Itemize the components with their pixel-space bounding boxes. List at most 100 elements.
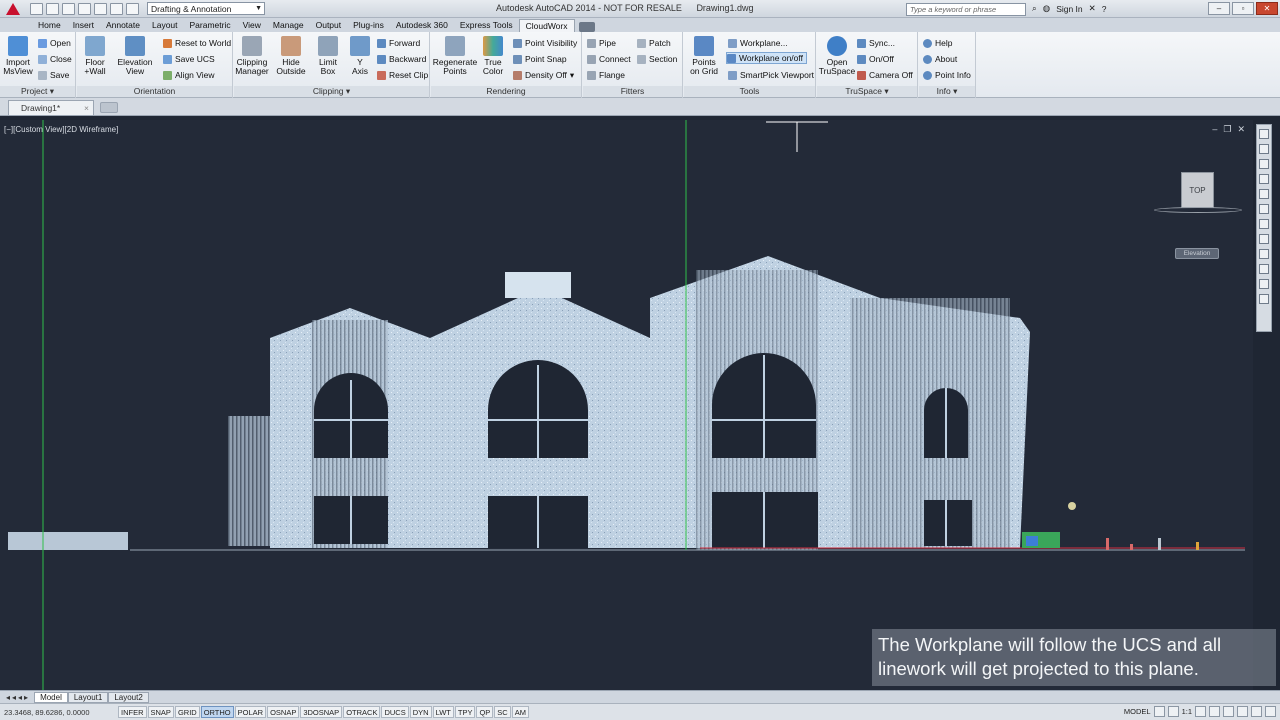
tab-model[interactable]: Model <box>34 691 68 703</box>
elevation-chip[interactable]: Elevation <box>1175 248 1219 259</box>
zoom-previous-icon[interactable] <box>1259 219 1269 229</box>
tab-output[interactable]: Output <box>310 19 348 32</box>
connect-button[interactable]: Connect <box>587 53 631 65</box>
qp-toggle[interactable]: QP <box>476 706 494 718</box>
sync-button[interactable]: Sync... <box>857 37 895 49</box>
model-space-button[interactable]: MODEL <box>1124 707 1151 716</box>
backward-button[interactable]: Backward <box>377 53 426 65</box>
layout-nav-arrows-icon[interactable]: ◂◂◂▸ <box>6 693 30 702</box>
point-visibility-button[interactable]: Point Visibility <box>513 37 577 49</box>
restore-icon[interactable]: ❐ <box>1223 124 1231 135</box>
walk-icon[interactable] <box>1259 249 1269 259</box>
panel-title-project[interactable]: Project ▾ <box>0 86 75 97</box>
y-axis-button[interactable]: Y Axis <box>342 36 378 76</box>
zoom-realtime-icon[interactable] <box>1259 234 1269 244</box>
patch-button[interactable]: Patch <box>637 37 671 49</box>
new-tab-button[interactable] <box>100 102 118 113</box>
workplane-button[interactable]: Workplane... <box>728 37 788 49</box>
zoom-extents-icon[interactable] <box>1259 159 1269 169</box>
align-view-button[interactable]: Align View <box>163 69 215 81</box>
isolate-objects-icon[interactable] <box>1251 706 1262 717</box>
smartpick-viewport-button[interactable]: SmartPick Viewport <box>728 69 814 81</box>
steering-wheel-icon[interactable] <box>1259 129 1269 139</box>
tab-insert[interactable]: Insert <box>67 19 100 32</box>
forward-button[interactable]: Forward <box>377 37 420 49</box>
flange-button[interactable]: Flange <box>587 69 625 81</box>
close-project-button[interactable]: Close <box>38 53 72 65</box>
reset-to-world-button[interactable]: Reset to World <box>163 37 231 49</box>
annotation-scale-dropdown[interactable]: 1:1 <box>1182 707 1192 716</box>
sc-toggle[interactable]: SC <box>494 706 511 718</box>
quick-view-layouts-icon[interactable] <box>1153 706 1165 717</box>
tab-parametric[interactable]: Parametric <box>184 19 237 32</box>
save-ucs-button[interactable]: Save UCS <box>163 53 215 65</box>
elevation-view-button[interactable]: Elevation View <box>117 36 153 76</box>
on-off-button[interactable]: On/Off <box>857 53 894 65</box>
tab-layout[interactable]: Layout <box>146 19 184 32</box>
section-button[interactable]: Section <box>637 53 677 65</box>
close-tab-icon[interactable]: × <box>84 101 89 115</box>
am-toggle[interactable]: AM <box>511 706 529 718</box>
maximize-button[interactable]: ▫ <box>1232 2 1254 15</box>
open-file-icon[interactable] <box>46 2 59 15</box>
search-icon[interactable]: ⌕ <box>1032 3 1037 14</box>
tab-view[interactable]: View <box>237 19 267 32</box>
quick-view-drawings-icon[interactable] <box>1167 706 1179 717</box>
tab-express-tools[interactable]: Express Tools <box>454 19 519 32</box>
sign-in-button[interactable]: Sign In <box>1056 4 1082 14</box>
dyn-toggle[interactable]: DYN <box>409 706 432 718</box>
snap-toggle[interactable]: SNAP <box>147 706 174 718</box>
grid-toggle[interactable]: GRID <box>174 706 200 718</box>
close-button[interactable]: ✕ <box>1256 2 1278 15</box>
undo-icon[interactable] <box>110 2 123 15</box>
density-dropdown[interactable]: Density Off ▾ <box>513 69 574 81</box>
new-file-icon[interactable] <box>30 2 43 15</box>
search-input[interactable]: Type a keyword or phrase <box>906 3 1026 16</box>
tab-cloudworx[interactable]: CloudWorx <box>518 19 575 32</box>
save-icon[interactable] <box>62 2 75 15</box>
workplane-toggle-button[interactable]: Workplane on/off <box>726 52 807 64</box>
import-msview-button[interactable]: Import MsView <box>0 36 36 76</box>
workspace-switch-icon[interactable] <box>1209 706 1220 717</box>
true-color-button[interactable]: True Color <box>475 36 511 76</box>
reset-clip-button[interactable]: Reset Clip <box>377 69 428 81</box>
ducs-toggle[interactable]: DUCS <box>381 706 409 718</box>
tab-manage[interactable]: Manage <box>267 19 310 32</box>
panel-title-clipping[interactable]: Clipping ▾ <box>234 86 429 97</box>
otrack-toggle[interactable]: OTRACK <box>343 706 381 718</box>
help-icon[interactable]: ? <box>1102 4 1107 14</box>
open-button[interactable]: Open <box>38 37 71 49</box>
3dosnap-toggle[interactable]: 3DOSNAP <box>300 706 343 718</box>
file-tab-drawing1[interactable]: Drawing1* × <box>8 100 94 115</box>
osnap-toggle[interactable]: OSNAP <box>267 706 300 718</box>
lwt-toggle[interactable]: LWT <box>432 706 454 718</box>
save-as-icon[interactable] <box>78 2 91 15</box>
save-project-button[interactable]: Save <box>38 69 69 81</box>
hardware-acceleration-icon[interactable] <box>1237 706 1248 717</box>
viewcube-compass[interactable] <box>1154 207 1242 213</box>
orbit-icon[interactable] <box>1259 174 1269 184</box>
viewport-label[interactable]: [−][Custom View][2D Wireframe] <box>4 125 118 134</box>
tab-home[interactable]: Home <box>32 19 67 32</box>
plot-icon[interactable] <box>94 2 107 15</box>
pan-icon[interactable] <box>1259 144 1269 154</box>
clean-screen-icon[interactable] <box>1265 706 1276 717</box>
points-on-grid-button[interactable]: Points on Grid <box>686 36 722 76</box>
camera-off-button[interactable]: Camera Off <box>857 69 913 81</box>
drawing-viewport[interactable]: [−][Custom View][2D Wireframe] – ❐ ✕ <box>0 120 1253 690</box>
tab-autodesk-360[interactable]: Autodesk 360 <box>390 19 454 32</box>
panel-title-truspace[interactable]: TruSpace ▾ <box>817 86 917 97</box>
regenerate-points-button[interactable]: Regenerate Points <box>433 36 477 76</box>
point-snap-button[interactable]: Point Snap <box>513 53 567 65</box>
point-info-button[interactable]: Point Info <box>923 69 971 81</box>
tab-annotate[interactable]: Annotate <box>100 19 146 32</box>
about-button[interactable]: About <box>923 53 957 65</box>
tpy-toggle[interactable]: TPY <box>454 706 476 718</box>
magnifier-icon[interactable] <box>1259 294 1269 304</box>
limit-box-button[interactable]: Limit Box <box>310 36 346 76</box>
ortho-toggle[interactable]: ORTHO <box>200 706 234 718</box>
floor-wall-button[interactable]: Floor +Wall <box>77 36 113 76</box>
open-truspace-button[interactable]: Open TruSpace <box>819 36 855 76</box>
hide-outside-button[interactable]: Hide Outside <box>273 36 309 76</box>
tab-plugins[interactable]: Plug-ins <box>347 19 390 32</box>
